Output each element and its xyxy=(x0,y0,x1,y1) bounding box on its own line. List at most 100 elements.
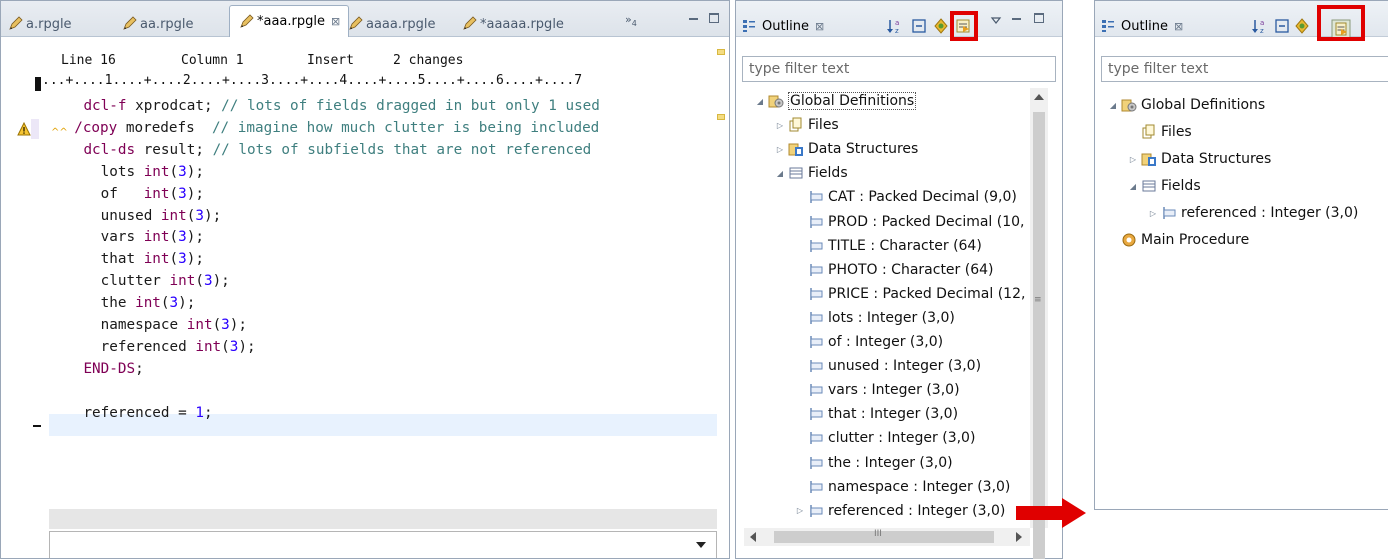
tree-item[interactable]: unused : Integer (3,0) xyxy=(794,354,981,378)
code-line[interactable]: /copy moredefs // imagine how much clutt… xyxy=(57,118,725,139)
tree-item[interactable]: namespace : Integer (3,0) xyxy=(794,475,1010,499)
collapsed-icon[interactable]: ▷ xyxy=(1147,209,1159,218)
expanded-icon[interactable]: ◢ xyxy=(774,169,786,178)
scroll-left-icon[interactable] xyxy=(750,532,756,542)
code-token: int xyxy=(135,295,161,312)
collapse-all-icon[interactable] xyxy=(910,17,928,35)
tree-item[interactable]: ▷ Files xyxy=(774,113,839,137)
outline-title: Outline xyxy=(762,18,810,34)
tree-item-label: Global Definitions xyxy=(1141,97,1266,113)
overview-change-marker[interactable] xyxy=(717,49,725,55)
tree-item-label: PROD : Packed Decimal (10, xyxy=(828,213,1025,230)
editor-tab[interactable]: *aaa.rpgle ⊠ xyxy=(229,5,350,37)
filter-input[interactable]: type filter text xyxy=(1101,56,1388,82)
code-line[interactable]: clutter int(3); xyxy=(49,271,717,292)
code-line[interactable]: dcl-f xprodcat; // lots of fields dragge… xyxy=(49,96,717,117)
close-icon[interactable]: ⊠ xyxy=(331,15,340,28)
hide-fields-icon[interactable] xyxy=(932,17,950,35)
code-line[interactable]: referenced int(3); xyxy=(49,337,717,358)
code-line[interactable]: lots int(3); xyxy=(49,162,717,183)
code-token: ); xyxy=(238,338,256,355)
tree-item[interactable]: Files xyxy=(1127,120,1192,144)
expanded-icon[interactable]: ◢ xyxy=(754,97,766,106)
code-line[interactable]: that int(3); xyxy=(49,249,717,270)
tree-item[interactable]: the : Integer (3,0) xyxy=(794,451,953,475)
warning-icon[interactable] xyxy=(17,122,31,136)
sort-alpha-icon[interactable]: az xyxy=(1251,17,1269,35)
code-line[interactable]: END-DS; xyxy=(49,359,717,380)
outline-tab[interactable]: Outline ⊠ xyxy=(742,15,824,37)
tree-item[interactable]: of : Integer (3,0) xyxy=(794,330,943,354)
tree-item[interactable]: PHOTO : Character (64) xyxy=(794,258,993,282)
scrollbar-thumb[interactable] xyxy=(1033,112,1045,559)
code-line[interactable]: the int(3); xyxy=(49,293,717,314)
expanded-icon[interactable]: ◢ xyxy=(1107,101,1119,110)
outline-horizontal-scrollbar[interactable]: III xyxy=(744,528,1030,546)
tree-item[interactable]: ◢ Global Definitions xyxy=(754,89,917,113)
rpgle-editor[interactable]: a.rpgle aa.rpgle *aaa.rpgle ⊠ aaaa.rpgle *aaa… xyxy=(0,0,730,559)
scroll-right-icon[interactable] xyxy=(1016,532,1022,542)
tree-item-label: Data Structures xyxy=(808,141,919,158)
tree-item[interactable]: that : Integer (3,0) xyxy=(794,402,958,426)
collapsed-icon[interactable]: ▷ xyxy=(774,121,786,130)
sort-alpha-icon[interactable]: az xyxy=(886,17,904,35)
code-line[interactable]: referenced = 1; xyxy=(49,403,717,424)
editor-bottom-dropdown[interactable] xyxy=(49,531,717,558)
editor-tab[interactable]: a.rpgle xyxy=(7,11,72,37)
expanded-icon[interactable]: ◢ xyxy=(1127,182,1139,191)
scroll-up-icon[interactable] xyxy=(1034,94,1044,100)
editor-tab-bar: a.rpgle aa.rpgle *aaa.rpgle ⊠ aaaa.rpgle *aaa… xyxy=(1,1,729,37)
minimize-icon[interactable] xyxy=(689,18,698,20)
editor-tab[interactable]: aa.rpgle xyxy=(121,11,194,37)
tree-item[interactable]: ▷ Data Structures xyxy=(1127,147,1271,171)
tree-item[interactable]: ▷ referenced : Integer (3,0) xyxy=(794,499,1005,523)
hide-fields-icon[interactable] xyxy=(1293,17,1311,35)
tree-item[interactable]: ▷ Data Structures xyxy=(774,137,918,161)
scrollbar-thumb[interactable]: III xyxy=(774,529,994,543)
close-icon[interactable]: ⊠ xyxy=(1174,20,1183,33)
tree-item[interactable]: ◢ Fields xyxy=(1127,174,1201,198)
code-line[interactable]: unused int(3); xyxy=(49,206,717,227)
view-menu-icon[interactable] xyxy=(990,15,1002,27)
collapsed-icon[interactable]: ▷ xyxy=(774,145,786,154)
tree-item[interactable]: ▷ referenced : Integer (3,0) xyxy=(1147,201,1358,225)
code-line[interactable]: of int(3); xyxy=(49,184,717,205)
maximize-icon[interactable] xyxy=(709,13,719,23)
maximize-icon[interactable] xyxy=(1034,13,1044,23)
tree-item[interactable]: ◢ Fields xyxy=(774,161,848,185)
scroll-grip-icon: ≡ xyxy=(1034,295,1042,305)
tree-item[interactable]: vars : Integer (3,0) xyxy=(794,378,960,402)
collapsed-icon[interactable]: ▷ xyxy=(1127,155,1139,164)
tree-item[interactable]: ◢ Global Definitions xyxy=(1107,93,1265,117)
filter-input[interactable]: type filter text xyxy=(742,56,1056,82)
collapse-all-icon[interactable] xyxy=(1273,17,1291,35)
code-token: ); xyxy=(186,163,204,180)
close-icon[interactable]: ⊠ xyxy=(815,20,824,33)
tree-item[interactable]: PROD : Packed Decimal (10, xyxy=(794,210,1025,234)
tree-item[interactable]: clutter : Integer (3,0) xyxy=(794,426,975,450)
tree-item[interactable]: lots : Integer (3,0) xyxy=(794,306,955,330)
code-token: dcl-ds xyxy=(83,141,136,158)
editor-tab[interactable]: aaaa.rpgle xyxy=(347,11,435,37)
tree-item[interactable]: Main Procedure xyxy=(1107,228,1249,252)
editor-horizontal-area xyxy=(49,509,717,529)
minimize-icon[interactable] xyxy=(1012,18,1021,20)
code-line[interactable]: namespace int(3); xyxy=(49,315,717,336)
chevron-down-icon[interactable] xyxy=(696,542,706,548)
collapsed-icon[interactable]: ▷ xyxy=(794,506,806,515)
tab-overflow-button[interactable]: »4 xyxy=(625,13,637,28)
tree-item[interactable]: CAT : Packed Decimal (9,0) xyxy=(794,185,1017,209)
tree-item[interactable]: PRICE : Packed Decimal (12, xyxy=(794,282,1025,306)
code-line[interactable]: dcl-ds result; // lots of subfields that… xyxy=(49,140,717,161)
code-line[interactable]: vars int(3); xyxy=(49,227,717,248)
overview-warning-marker[interactable] xyxy=(717,114,725,120)
code-token: 3 xyxy=(178,185,187,202)
code-token: ); xyxy=(229,317,247,333)
tree-item[interactable]: TITLE : Character (64) xyxy=(794,234,982,258)
editor-tab[interactable]: *aaaaa.rpgle xyxy=(461,11,564,37)
outline-vertical-scrollbar[interactable]: ≡ xyxy=(1030,88,1048,559)
code-line[interactable] xyxy=(49,381,717,402)
outline-tab[interactable]: Outline ⊠ xyxy=(1101,15,1183,37)
